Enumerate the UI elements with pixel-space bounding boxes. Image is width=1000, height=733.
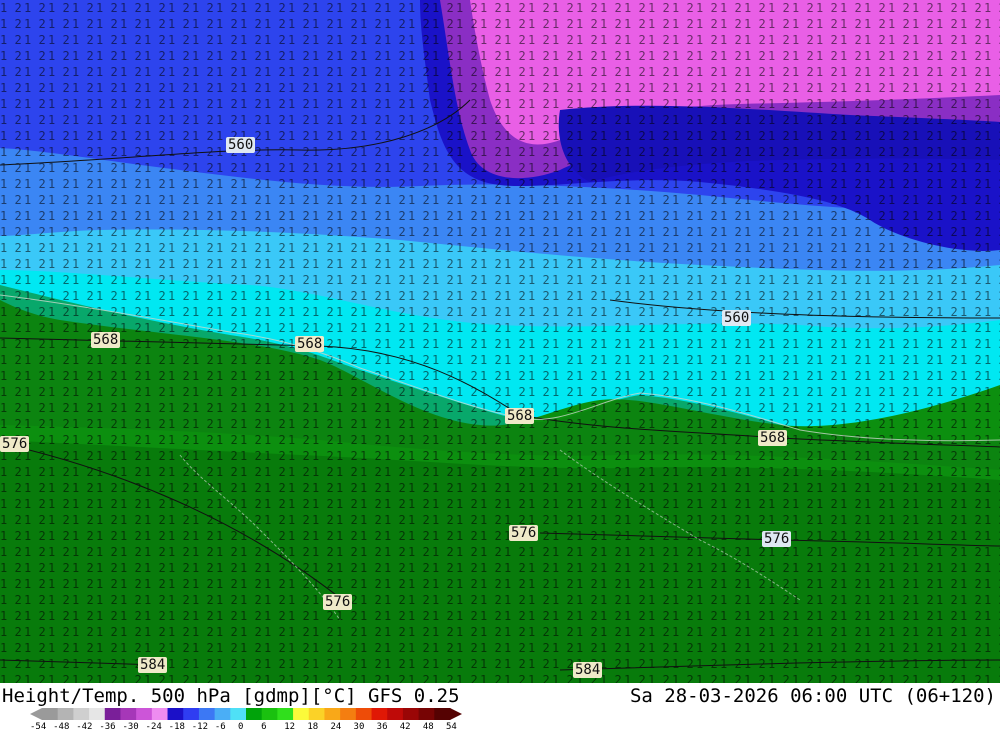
contour-label: 584 [138,657,168,673]
colorbar-tick-label: 42 [399,722,411,732]
colorbar-swatch [308,708,325,720]
contour-label: 576 [0,436,30,452]
weather-map-view: 1 2 2 560 560 568 568 568 568 576 576 57… [0,0,1000,733]
contour-label: 576 [323,594,353,610]
colorbar-swatch [73,708,90,720]
colorbar-swatch [371,708,388,720]
colorbar-swatch [230,708,247,720]
colorbar-tick-label: -42 [76,722,93,732]
colorbar-swatch [434,708,451,720]
temperature-colorbar [30,708,462,720]
valid-time: Sa 28-03-2026 06:00 UTC (06+120) [629,685,996,707]
contour-label: 560 [722,310,752,326]
colorbar-tick-label: 30 [353,722,365,732]
colorbar-tick-label: 12 [284,722,296,732]
colorbar-swatch [57,708,74,720]
colorbar-swatch [387,708,404,720]
colorbar-tick-label: 18 [307,722,319,732]
colorbar-swatch [402,708,420,720]
colorbar-tick-label: -30 [122,722,139,732]
colorbar-tick-label: -24 [145,722,162,732]
colorbar-tick-label: -54 [30,722,47,732]
colorbar-tick-label: 54 [446,722,457,732]
colorbar-swatch [89,708,106,720]
colorbar-swatch [246,708,263,720]
colorbar-tick-label: 24 [330,722,342,732]
colorbar-tick-label: 0 [238,722,244,732]
contour-label: 568 [295,336,325,352]
contour-label: 568 [505,408,535,424]
height-temperature-map: 1 2 2 [0,0,1000,683]
colorbar-tick-label: -18 [168,722,185,732]
colorbar-swatch [151,708,169,720]
colorbar-ticks: -54 -48 -42 -36 -30 -24 -18 -12 -6 0 6 12 18 24 30 36 42… [0,722,480,733]
colorbar-swatch [324,708,341,720]
colorbar-swatch [277,708,294,720]
colorbar-tick-label: -12 [191,722,209,732]
colorbar-swatch [136,708,153,720]
colorbar-swatch [42,708,59,720]
colorbar-swatch [355,708,373,720]
contour-label: 576 [762,531,792,547]
colorbar-tick-label: -48 [53,722,70,732]
contour-label: 568 [91,332,121,348]
contour-label: 568 [758,430,788,446]
colorbar-tick-label: 6 [261,722,267,732]
product-title: Height/Temp. 500 hPa [gdmp][°C] GFS 0.25 [2,685,460,707]
contour-label: 584 [573,662,603,678]
colorbar-swatch [167,708,184,720]
colorbar-swatch [340,708,357,720]
colorbar-swatch [293,708,310,720]
contour-label: 560 [226,137,256,153]
colorbar-tick-label: 48 [422,722,434,732]
colorbar-swatch [104,708,121,720]
colorbar-arrow-right [450,708,462,720]
colorbar-swatch [214,708,231,720]
contour-label: 576 [509,525,539,541]
colorbar-swatch [198,708,216,720]
colorbar-swatch [261,708,278,720]
colorbar-tick-label: -36 [99,722,116,732]
colorbar-swatch [418,708,435,720]
colorbar-swatch [183,708,200,720]
colorbar-tick-label: 36 [376,722,388,732]
colorbar-arrow-left [30,708,42,720]
colorbar-swatch [120,708,137,720]
colorbar-tick-label: -6 [214,722,226,732]
